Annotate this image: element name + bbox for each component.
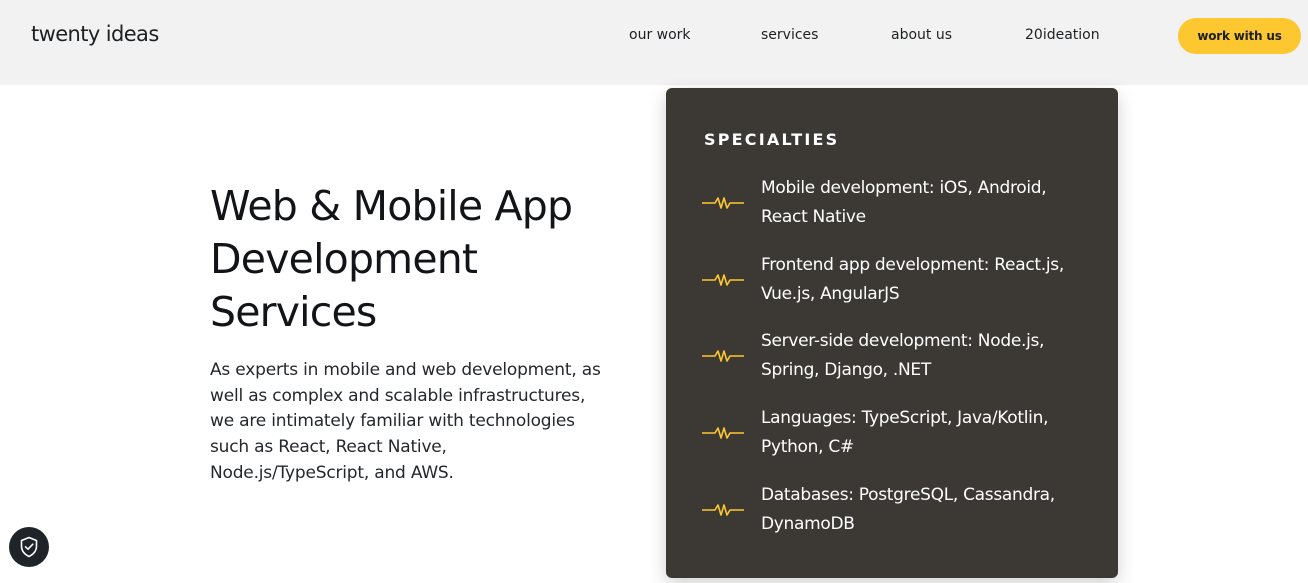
page-title: Web & Mobile App Development Services [210,182,573,336]
privacy-settings-button[interactable] [9,527,49,567]
nav-20ideation[interactable]: 20ideation [1025,27,1100,43]
specialty-text: Frontend app development: React.js, Vue.… [761,255,1064,304]
specialties-heading: SPECIALTIES [704,130,840,149]
pulse-wave-icon [702,274,744,286]
nav-about-us[interactable]: about us [891,27,952,43]
nav-services[interactable]: services [761,27,818,43]
pulse-wave-icon [702,350,744,362]
specialty-text: Databases: PostgreSQL, Cassandra, Dynamo… [761,485,1055,534]
work-with-us-button[interactable]: work with us [1178,18,1301,54]
shield-check-icon [20,536,38,558]
specialty-text: Mobile development: iOS, Android, React … [761,178,1047,227]
specialties-card: SPECIALTIES Mobile development: iOS, And… [666,88,1118,578]
site-logo[interactable]: twenty ideas [31,22,159,46]
pulse-wave-icon [702,427,744,439]
site-header: twenty ideas our work services about us … [0,0,1308,85]
specialty-text: Server-side development: Node.js, Spring… [761,331,1045,380]
nav-our-work[interactable]: our work [629,27,691,43]
specialty-text: Languages: TypeScript, Java/Kotlin, Pyth… [761,408,1049,457]
hero-description: As experts in mobile and web development… [210,360,601,483]
pulse-wave-icon [702,197,744,209]
pulse-wave-icon [702,504,744,516]
